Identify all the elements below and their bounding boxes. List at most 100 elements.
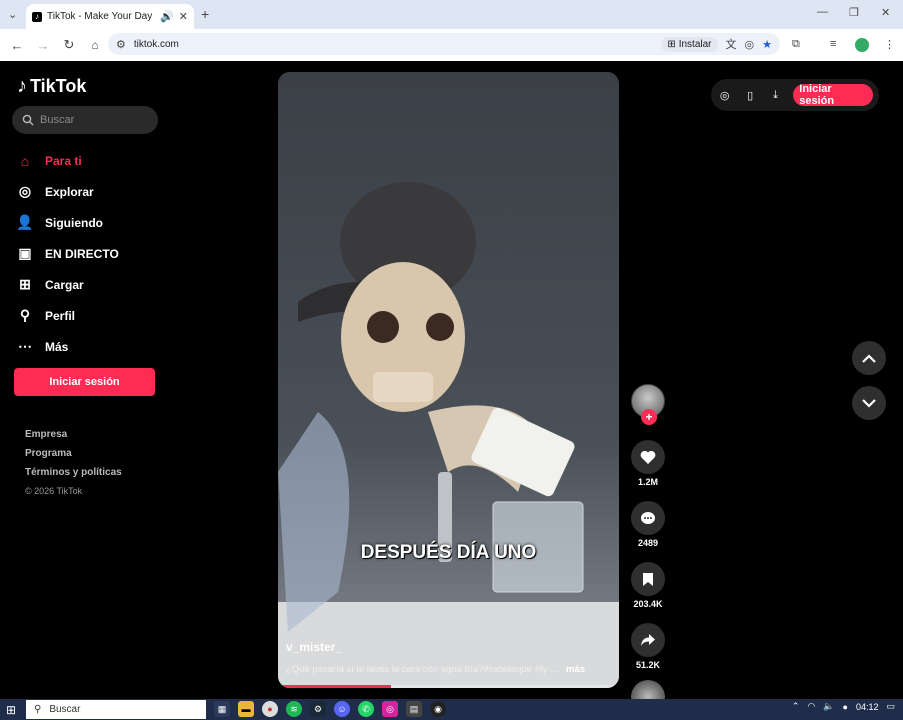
video-progress-bar[interactable]	[278, 685, 619, 688]
previous-video-button[interactable]	[852, 341, 886, 375]
comment-icon	[641, 511, 655, 524]
translate-icon[interactable]: 文	[726, 36, 737, 52]
browser-menu-icon[interactable]: ⋮	[884, 38, 895, 51]
browser-tab[interactable]: ♪ TikTok - Make Your Day 🔊 ✕	[26, 4, 194, 29]
address-bar[interactable]: ⚙ tiktok.com ⊞ Instalar 文 ◎ ★	[108, 33, 780, 55]
video-username[interactable]: v_mister_	[286, 640, 342, 654]
chevron-down-icon	[862, 398, 876, 408]
footer-link-programa[interactable]: Programa	[25, 444, 122, 463]
video-frame-image	[278, 72, 619, 688]
reading-list-icon[interactable]: ≡	[830, 38, 836, 50]
like-button[interactable]	[631, 440, 665, 474]
footer-link-empresa[interactable]: Empresa	[25, 425, 122, 444]
tiktok-logo[interactable]: ♪ TikTok	[17, 75, 86, 98]
sidebar-item-perfil[interactable]: ⚲ Perfil	[17, 300, 167, 331]
sidebar-item-label: Siguiendo	[45, 215, 103, 230]
steam-icon[interactable]: ⚙	[310, 701, 326, 717]
browser-tab-strip: ⌄ ♪ TikTok - Make Your Day 🔊 ✕ + — ❐ ✕	[0, 0, 903, 29]
tab-audio-icon[interactable]: 🔊	[160, 10, 174, 23]
taskbar-search-icon: ⚲	[34, 704, 42, 715]
compass-icon: ◎	[18, 183, 32, 199]
search-placeholder: Buscar	[40, 114, 75, 126]
action-column: + 1.2M 2489 203.4K 51.2K	[630, 384, 666, 714]
sidebar-item-cargar[interactable]: ⊞ Cargar	[17, 269, 167, 300]
install-app-button[interactable]: ⊞ Instalar	[661, 36, 718, 52]
tab-close-icon[interactable]: ✕	[179, 10, 188, 23]
taskbar-apps: ▦ ▬ ● ≋ ⚙ ☺ ✆ ◎ ▤ ◉	[214, 701, 446, 717]
bookmark-star-icon[interactable]: ★	[762, 38, 772, 51]
site-info-icon[interactable]: ⚙	[116, 38, 126, 51]
install-label: Instalar	[678, 38, 712, 50]
chrome-icon[interactable]: ●	[262, 701, 278, 717]
sidebar-item-label: Explorar	[45, 184, 94, 199]
clock-time[interactable]: 04:12	[856, 702, 879, 712]
calculator-icon[interactable]: ▤	[406, 701, 422, 717]
tab-list-chevron-icon[interactable]: ⌄	[8, 8, 17, 21]
chevron-up-icon	[862, 353, 876, 363]
instagram-icon[interactable]: ◎	[382, 701, 398, 717]
follow-plus-icon[interactable]: +	[641, 409, 657, 425]
compass-small-icon[interactable]: ◎	[717, 87, 732, 103]
sidebar-footer: Empresa Programa Términos y políticas © …	[25, 425, 122, 501]
sidebar-item-mas[interactable]: ⋯ Más	[17, 331, 167, 362]
creator-avatar[interactable]: +	[631, 384, 665, 425]
home-button-icon[interactable]: ⌂	[84, 38, 106, 52]
download-icon[interactable]: ⤓	[768, 87, 783, 103]
video-caption: DESPUÉS DÍA UNO	[360, 542, 537, 563]
share-button[interactable]	[631, 623, 665, 657]
video-progress-fill	[278, 685, 391, 688]
window-close-icon[interactable]: ✕	[881, 6, 890, 19]
minimize-icon[interactable]: —	[817, 6, 828, 18]
sidebar-item-label: EN DIRECTO	[45, 246, 119, 261]
sidebar-item-para-ti[interactable]: ⌂ Para ti	[17, 145, 167, 176]
restore-icon[interactable]: ❐	[849, 6, 859, 19]
discord-icon[interactable]: ☺	[334, 701, 350, 717]
top-login-button[interactable]: Iniciar sesión	[793, 83, 874, 107]
mobile-icon[interactable]: ▯	[742, 87, 757, 103]
more-icon: ⋯	[18, 338, 32, 354]
share-count: 51.2K	[635, 660, 661, 670]
new-tab-button[interactable]: +	[201, 6, 209, 22]
sidebar-login-button[interactable]: Iniciar sesión	[14, 368, 155, 396]
obs-icon[interactable]: ◉	[430, 701, 446, 717]
volume-icon[interactable]: 🔈	[823, 701, 834, 712]
comment-button[interactable]	[631, 501, 665, 535]
notifications-icon[interactable]: ▭	[886, 701, 895, 712]
sidebar-item-en-directo[interactable]: ▣ EN DIRECTO	[17, 238, 167, 269]
sidebar-item-label: Perfil	[45, 308, 76, 323]
like-count: 1.2M	[637, 477, 658, 487]
forward-icon[interactable]: →	[32, 38, 54, 53]
eye-off-icon[interactable]: ◎	[745, 38, 755, 51]
whatsapp-icon[interactable]: ✆	[358, 701, 374, 717]
spotify-icon[interactable]: ≋	[286, 701, 302, 717]
more-button[interactable]: más	[566, 664, 585, 675]
taskbar-search-placeholder: Buscar	[49, 704, 81, 715]
taskbar-search[interactable]: ⚲ Buscar	[26, 700, 206, 719]
wifi-icon[interactable]: ◠	[807, 701, 815, 712]
sidebar-item-siguiendo[interactable]: 👤 Siguiendo	[16, 207, 167, 238]
windows-start-icon[interactable]: ⊞	[6, 703, 16, 717]
profile-avatar[interactable]	[855, 38, 869, 52]
home-icon: ⌂	[20, 152, 30, 169]
system-tray: ⌃ ◠ 🔈 ● 04:12 ▭	[792, 701, 895, 712]
search-input[interactable]: Buscar	[12, 106, 158, 134]
sidebar-item-label: Más	[45, 339, 69, 354]
comment-count: 2489	[637, 538, 659, 548]
mic-icon[interactable]: ●	[843, 702, 848, 712]
video-player[interactable]: DESPUÉS DÍA UNO v_mister_ ¿Qué pasaría s…	[278, 72, 619, 688]
sidebar-item-explorar[interactable]: ◎ Explorar	[17, 176, 167, 207]
next-video-button[interactable]	[852, 386, 886, 420]
video-description: ¿Qué pasaría si te lavas la cara con agu…	[286, 664, 558, 675]
tab-title: TikTok - Make Your Day	[47, 11, 153, 22]
extensions-icon[interactable]: ⧉	[792, 38, 800, 51]
save-button[interactable]	[631, 562, 665, 596]
sidebar-item-label: Para ti	[45, 153, 82, 168]
footer-link-terminos[interactable]: Términos y políticas	[25, 463, 122, 482]
live-tv-icon: ▣	[18, 245, 32, 261]
task-view-icon[interactable]: ▦	[214, 701, 230, 717]
file-explorer-icon[interactable]: ▬	[238, 701, 254, 717]
back-icon[interactable]: ←	[6, 38, 28, 53]
profile-icon: ⚲	[19, 307, 31, 323]
reload-icon[interactable]: ↻	[58, 37, 80, 53]
tray-chevron-icon[interactable]: ⌃	[792, 701, 800, 712]
